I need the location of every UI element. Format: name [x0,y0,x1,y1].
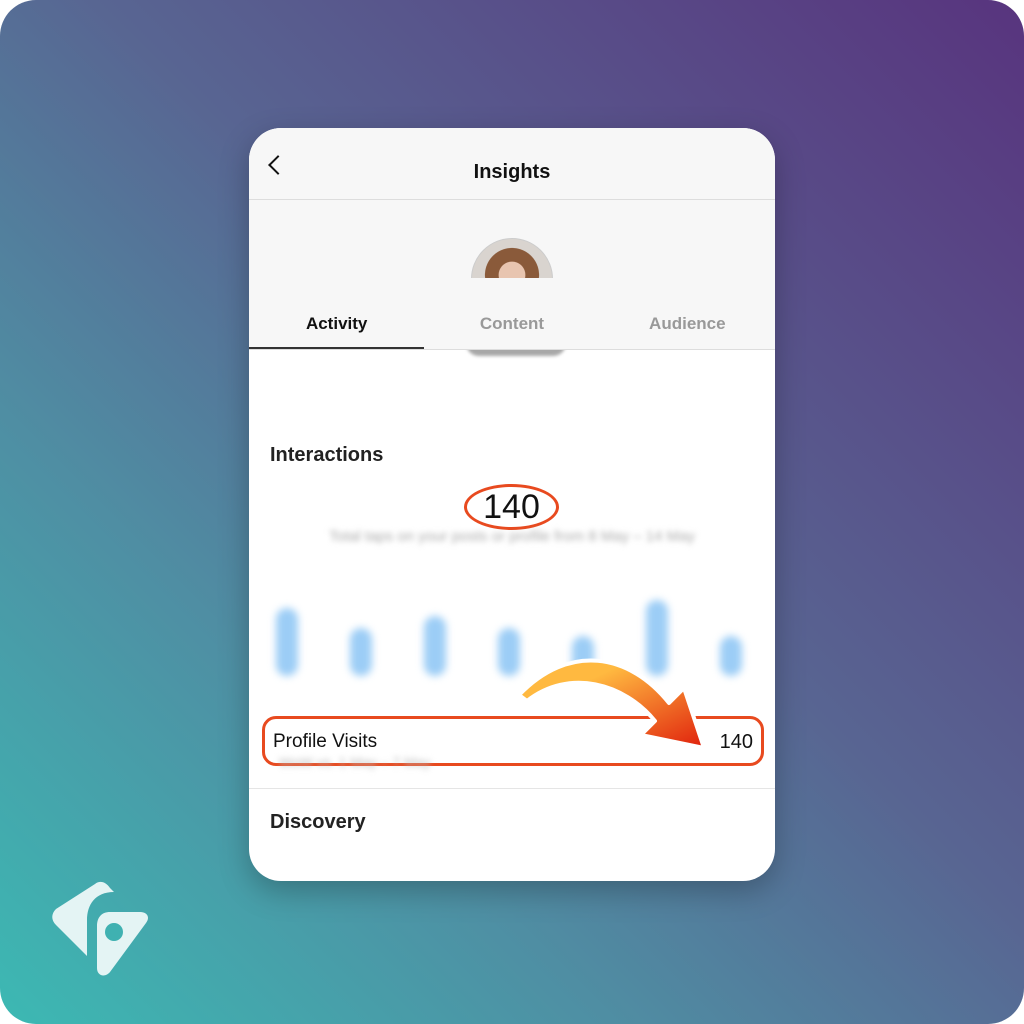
curved-arrow-icon [517,658,706,750]
brand-logo [52,881,148,976]
chart-bar [350,628,372,676]
tab-bar: Activity Content Audience [249,278,775,350]
chart-bar [720,636,742,676]
profile-visits-value: 140 [719,731,753,753]
interactions-value: 140 [464,484,559,530]
interactions-description: Total taps on your posts or profile from… [329,528,695,545]
tab-content[interactable]: Content [424,278,599,349]
insights-screen: Insights Activity Content Audience Inter… [249,128,775,881]
profile-visits-subtitle: WoW vs. 1 May – 7 May [279,754,431,770]
tab-audience[interactable]: Audience [600,278,775,349]
chart-bar [276,608,298,676]
header: Insights [249,128,775,200]
chart-bar [424,616,446,676]
page-title: Insights [473,161,551,183]
discovery-title: Discovery [270,811,366,833]
tab-activity[interactable]: Activity [249,278,425,349]
profile-visits-label: Profile Visits [273,731,378,752]
divider [249,788,775,789]
interactions-title: Interactions [270,444,384,466]
